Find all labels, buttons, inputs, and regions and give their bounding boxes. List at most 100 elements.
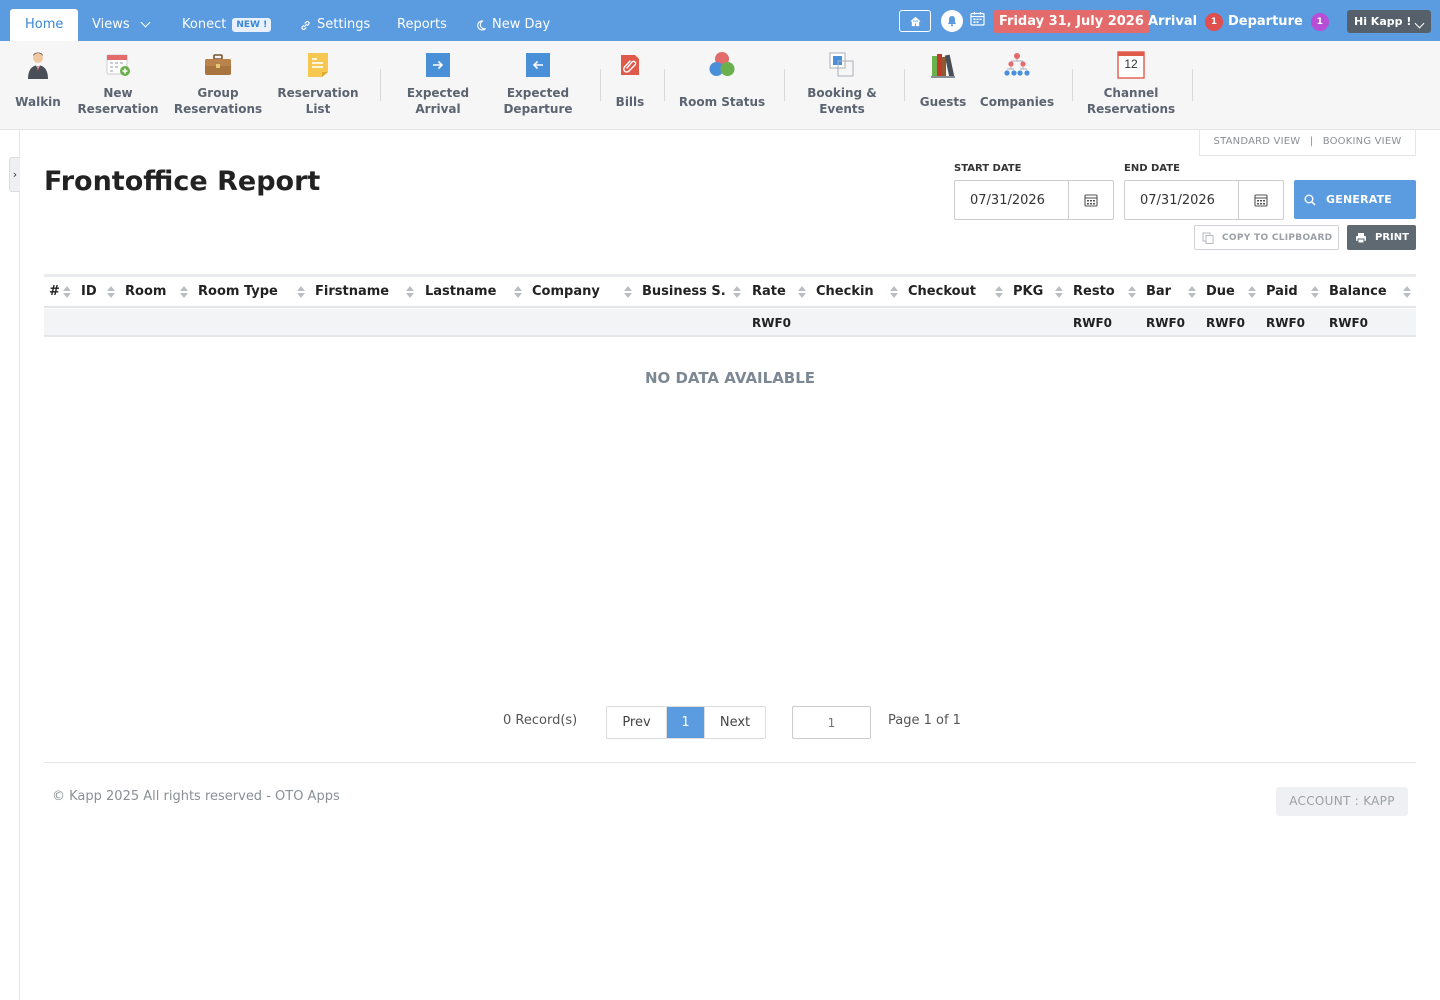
calendar-add-icon (106, 54, 130, 76)
sort-icon[interactable] (297, 286, 305, 299)
departure-link[interactable]: Departure 1 (1228, 10, 1329, 33)
home-icon (910, 16, 920, 26)
column-header-business-source[interactable]: Business S. (642, 277, 726, 307)
print-button[interactable]: PRINT (1347, 225, 1416, 250)
prev-page-button[interactable]: Prev (607, 707, 667, 738)
column-header-room[interactable]: Room (125, 277, 166, 307)
column-header-room-type[interactable]: Room Type (198, 277, 278, 307)
toolbar-booking-events[interactable]: Booking & Events (800, 41, 884, 130)
start-date-picker-button[interactable] (1068, 181, 1113, 219)
paperclip-icon (621, 55, 639, 75)
toolbar-companies[interactable]: Companies (976, 41, 1058, 130)
toolbar-expected-departure[interactable]: Expected Departure (492, 41, 584, 130)
column-header-checkin[interactable]: Checkin (816, 277, 874, 307)
column-header-paid[interactable]: Paid (1266, 277, 1298, 307)
toolbar-booking-events-label: Booking & Events (807, 86, 877, 116)
page-jump-input[interactable] (792, 706, 871, 739)
tab-new-day[interactable]: New Day (476, 9, 550, 41)
notifications-button[interactable] (941, 10, 963, 32)
user-greeting: Hi Kapp ! (1354, 15, 1412, 28)
copyright-text: © Kapp 2025 All rights reserved - OTO Ap… (52, 789, 340, 804)
link-icon (301, 20, 310, 30)
chevron-down-icon (140, 17, 151, 28)
column-header-label: Checkout (908, 284, 977, 299)
current-date-badge[interactable]: Friday 31, July 2026 (993, 10, 1150, 33)
start-date-field[interactable]: 07/31/2026 (954, 180, 1114, 220)
booking-view-link[interactable]: BOOKING VIEW (1323, 136, 1402, 147)
toolbar-room-status[interactable]: Room Status (676, 41, 768, 130)
sort-icon[interactable] (406, 286, 414, 299)
column-header-pkg[interactable]: PKG (1013, 277, 1043, 307)
sort-icon[interactable] (1188, 286, 1196, 299)
printer-icon (1356, 232, 1366, 243)
sort-icon[interactable] (107, 286, 115, 299)
column-header-label: Rate (752, 284, 786, 299)
toolbar-bills[interactable]: Bills (610, 41, 650, 130)
user-menu-button[interactable]: Hi Kapp ! (1347, 10, 1431, 33)
sort-icon[interactable] (180, 286, 188, 299)
column-header-label: Room Type (198, 284, 278, 299)
toolbar-walkin[interactable]: Walkin (12, 41, 64, 130)
tab-reports-label: Reports (397, 17, 447, 32)
person-icon (28, 52, 48, 79)
sort-icon[interactable] (798, 286, 806, 299)
column-header-label: Balance (1329, 284, 1387, 299)
column-header-firstname[interactable]: Firstname (315, 277, 389, 307)
toolbar-guests[interactable]: Guests (916, 41, 970, 130)
column-header-due[interactable]: Due (1206, 277, 1235, 307)
sort-icon[interactable] (514, 286, 522, 299)
toolbar-separator (380, 69, 381, 101)
toolbar-group-reservations[interactable]: Group Reservations (172, 41, 264, 130)
tab-konect[interactable]: Konect NEW ! (182, 9, 272, 41)
column-header-balance[interactable]: Balance (1329, 277, 1387, 307)
column-header-number[interactable]: # (49, 277, 60, 307)
toolbar-reservation-list[interactable]: Reservation List (272, 41, 364, 130)
tab-home[interactable]: Home (10, 9, 79, 41)
column-header-company[interactable]: Company (532, 277, 600, 307)
sort-icon[interactable] (995, 286, 1003, 299)
sort-icon[interactable] (1403, 286, 1411, 299)
toolbar-guests-label: Guests (919, 95, 967, 109)
tab-views-label: Views (92, 17, 130, 32)
next-page-button[interactable]: Next (704, 707, 765, 738)
calendar-button[interactable] (970, 11, 986, 29)
arrival-link[interactable]: Arrival 1 (1148, 10, 1224, 33)
standard-view-link[interactable]: STANDARD VIEW (1214, 136, 1301, 147)
sort-icon[interactable] (733, 286, 741, 299)
total-bar: RWF0 (1146, 316, 1186, 330)
column-header-rate[interactable]: Rate (752, 277, 786, 307)
tab-views[interactable]: Views (92, 9, 151, 41)
sort-icon[interactable] (63, 286, 71, 299)
column-header-checkout[interactable]: Checkout (908, 277, 976, 307)
end-date-field[interactable]: 07/31/2026 (1124, 180, 1284, 220)
column-header-lastname[interactable]: Lastname (425, 277, 496, 307)
toolbar-new-reservation[interactable]: New Reservation (77, 41, 159, 130)
sort-icon[interactable] (1128, 286, 1136, 299)
tab-settings[interactable]: Settings (300, 9, 370, 41)
column-header-id[interactable]: ID (81, 277, 97, 307)
calendar-icon (1084, 194, 1098, 207)
total-paid: RWF0 (1266, 316, 1306, 330)
end-date-picker-button[interactable] (1238, 181, 1283, 219)
sort-icon[interactable] (1055, 286, 1063, 299)
total-rate: RWF0 (752, 316, 792, 330)
sort-icon[interactable] (890, 286, 898, 299)
toolbar-separator (904, 69, 905, 101)
generate-button[interactable]: GENERATE (1294, 180, 1416, 219)
sidebar-toggle[interactable]: › (9, 157, 20, 192)
column-header-label: Resto (1073, 284, 1115, 299)
sort-icon[interactable] (1248, 286, 1256, 299)
column-header-resto[interactable]: Resto (1073, 277, 1115, 307)
tab-reports[interactable]: Reports (397, 9, 447, 41)
toolbar-expected-arrival[interactable]: Expected Arrival (398, 41, 478, 130)
arrival-label: Arrival (1148, 14, 1198, 29)
toolbar-channel-reservations[interactable]: 12 Channel Reservations (1084, 41, 1178, 130)
column-header-bar[interactable]: Bar (1146, 277, 1171, 307)
sort-icon[interactable] (1311, 286, 1319, 299)
copy-to-clipboard-button[interactable]: COPY TO CLIPBOARD (1194, 225, 1339, 250)
current-page-button[interactable]: 1 (667, 707, 704, 738)
books-icon (931, 54, 955, 78)
sort-icon[interactable] (624, 286, 632, 299)
home-button[interactable] (899, 10, 931, 32)
column-header-label: Lastname (425, 284, 497, 299)
